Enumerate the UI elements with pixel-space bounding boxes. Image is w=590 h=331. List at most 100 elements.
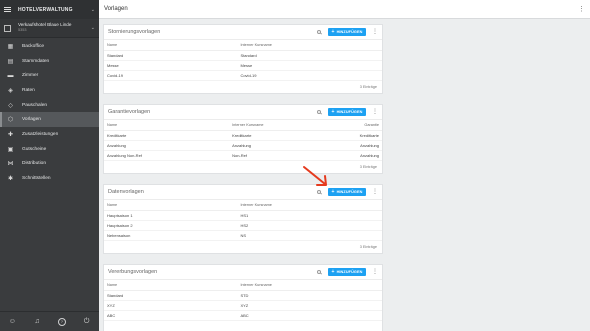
more-options-icon[interactable]: ⋮ [372,189,378,195]
card-title: Garantievorlagen [108,109,151,115]
help-icon[interactable]: ? [57,317,66,326]
cell: Nebensaison [104,230,238,241]
table-row[interactable]: Hauptsaison 1 HS1 [104,210,382,221]
sidebar-item-label: Stammdaten [22,58,50,64]
table-row[interactable]: Standard STD [104,290,382,301]
bell-icon[interactable]: ♫ [33,318,41,326]
table-row[interactable]: Covid-19 Covid-19 [104,70,382,81]
sidebar-item-vorlagen[interactable]: ⬡ Vorlagen [0,112,99,128]
sidebar-item-label: Distribution [22,161,46,167]
table-row[interactable]: Standard Standard [104,50,382,61]
annotation-arrow-icon [303,166,327,186]
extras-icon: ✚ [7,131,14,138]
add-button[interactable]: + HINZUFÜGEN [328,28,366,36]
column-header[interactable]: Name [104,120,230,131]
user-icon[interactable]: ☺ [8,318,16,326]
sidebar-item-pauschalen[interactable]: ◇ Pauschalen [0,98,99,113]
card-header: Garantievorlagen + HINZUFÜGEN ⋮ [104,105,382,120]
add-button[interactable]: + HINZUFÜGEN [328,188,366,196]
hotel-id: 5353 [18,27,27,32]
more-options-icon[interactable]: ⋮ [372,29,378,35]
sidebar-item-distribution[interactable]: ⋈ Distribution [0,157,99,172]
cell: ABC [237,310,382,321]
sidebar-item-label: Backoffice [22,43,45,49]
table-row[interactable]: Messe Messe [104,60,382,71]
sidebar-item-label: Gutscheine [22,146,47,152]
more-options-icon[interactable]: ⋮ [372,109,378,115]
card-title: Vererbungsvorlagen [108,269,158,275]
card-stornierungsvorlagen: Stornierungsvorlagen + HINZUFÜGEN ⋮ Name … [103,24,383,94]
sidebar-item-label: Vorlagen [22,117,41,123]
sidebar-item-schnittstellen[interactable]: ✱ Schnittstellen [0,171,99,186]
sidebar-footer: ☺ ♫ ? ⏻ [0,311,99,331]
search-icon[interactable] [315,268,323,276]
topbar: Vorlagen ⋮ [99,0,590,19]
column-header[interactable]: Interner Kursname [237,280,382,291]
cell: Standard [104,50,238,61]
distribution-icon: ⋈ [7,161,14,168]
chevron-down-icon[interactable]: ⌄ [91,25,95,31]
card-header: Vererbungsvorlagen + HINZUFÜGEN ⋮ [104,265,382,280]
table-row[interactable]: ABC ABC [104,310,382,321]
card-title: Stornierungsvorlagen [108,29,161,35]
cell: Anzahlung [317,150,382,161]
cell: Anzahlung [317,140,382,151]
cell: HS2 [237,220,382,231]
column-header[interactable]: Interner Kursname [229,120,318,131]
column-header[interactable]: Name [104,280,238,291]
chevron-down-icon[interactable]: ⌄ [91,7,95,13]
sidebar: HOTELVERWALTUNG ⌄ Verkaufshotel Blaue Li… [0,0,99,331]
table-row[interactable]: Anzahlung Anzahlung Anzahlung [104,140,382,151]
column-header[interactable]: Interner Kursname [237,40,382,51]
sidebar-item-stammdaten[interactable]: ▤ Stammdaten [0,54,99,69]
more-options-icon[interactable]: ⋮ [372,269,378,275]
more-options-icon[interactable]: ⋮ [578,6,585,13]
add-button[interactable]: + HINZUFÜGEN [328,268,366,276]
building-icon: ▦ [7,43,14,50]
column-header[interactable]: Interner Kursname [237,200,382,211]
sidebar-item-raten[interactable]: ◈ Raten [0,83,99,98]
search-icon[interactable] [315,28,323,36]
add-button[interactable]: + HINZUFÜGEN [328,108,366,116]
sidebar-item-zusatzleistungen[interactable]: ✚ Zusatzleistungen [0,127,99,142]
tag-icon: ◈ [8,87,13,94]
cell: Anzahlung Non-Ref [104,150,230,161]
sidebar-item-label: Pauschalen [22,102,48,108]
table-row[interactable]: Hauptsaison 2 HS2 [104,220,382,231]
column-header[interactable]: Name [104,200,238,211]
entry-count: 3 Einträge [359,84,377,89]
package-icon: ◇ [8,102,13,109]
card-datenvorlagen: Datenvorlagen + HINZUFÜGEN ⋮ Name Interne… [103,184,383,254]
bed-icon: ▬ [7,72,14,79]
cell: STD [237,290,382,301]
cell: Standard [104,290,238,301]
card-header: Stornierungsvorlagen + HINZUFÜGEN ⋮ [104,25,382,40]
cell: Kreditkarte [104,130,230,141]
table-row[interactable]: Kreditkarte Kreditkarte Kreditkarte [104,130,382,141]
sidebar-item-zimmer[interactable]: ▬ Zimmer [0,68,99,83]
search-icon[interactable] [315,108,323,116]
cell: Anzahlung [229,140,318,151]
sidebar-nav: ▦ Backoffice ▤ Stammdaten ▬ Zimmer ◈ Raten ◇ Paus… [0,39,99,186]
hotel-selector[interactable]: Verkaufshotel Blaue Linde 5353 ⌄ [0,19,99,38]
table-row[interactable]: XYZ XYZ [104,300,382,311]
sidebar-item-label: Zusatzleistungen [22,131,59,137]
page-title: Vorlagen [104,6,128,12]
entry-count: 3 Einträge [359,164,377,169]
sidebar-item-gutscheine[interactable]: ▣ Gutscheine [0,142,99,157]
cell: Hauptsaison 1 [104,210,238,221]
table-row[interactable]: Anzahlung Non-Ref Non-Ref Anzahlung [104,150,382,161]
column-header[interactable]: Garantie [317,120,382,131]
sidebar-item-label: Schnittstellen [22,176,51,182]
cell: Messe [237,60,382,71]
sidebar-item-backoffice[interactable]: ▦ Backoffice [0,39,99,54]
column-header[interactable]: Name [104,40,238,51]
database-icon: ▤ [7,58,14,65]
card-title: Datenvorlagen [108,189,144,195]
power-icon[interactable]: ⏻ [83,318,91,326]
hamburger-menu-icon[interactable] [4,7,11,12]
table-row[interactable]: Nebensaison NS [104,230,382,241]
cell: Messe [104,60,238,71]
cell: Hauptsaison 2 [104,220,238,231]
voucher-icon: ▣ [7,146,14,153]
